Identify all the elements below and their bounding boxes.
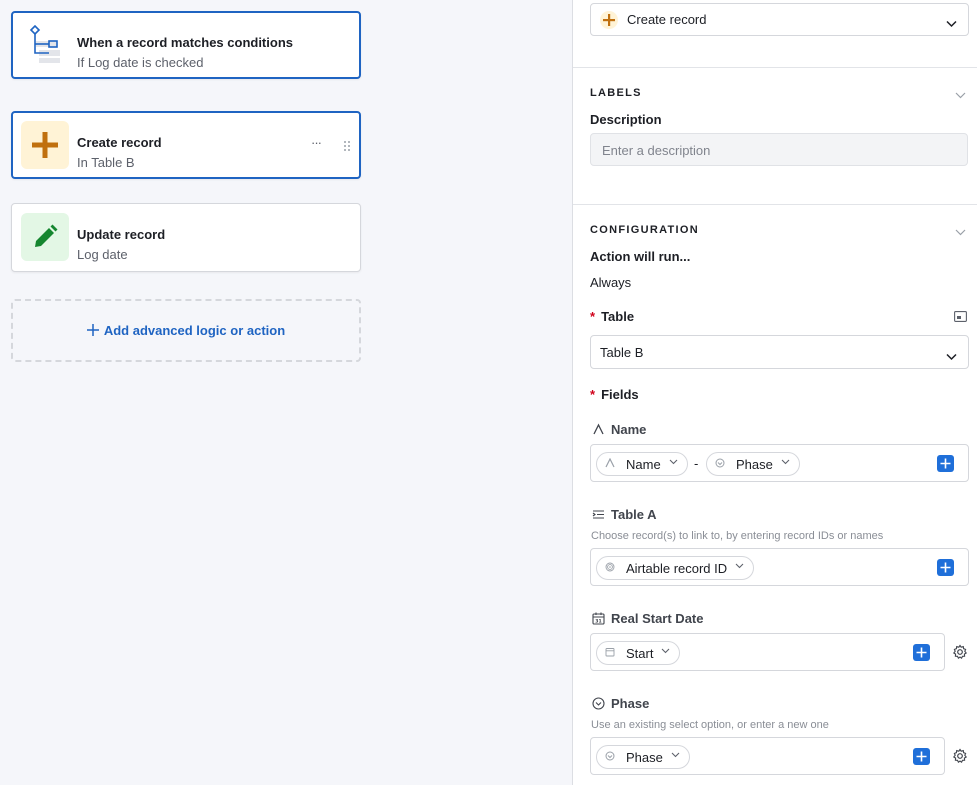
table-label: * Table: [590, 309, 634, 324]
config-panel: Create record LABELS Description Enter a…: [572, 0, 977, 785]
field-input-table-a[interactable]: Airtable record ID: [590, 548, 969, 586]
description-input[interactable]: Enter a description: [590, 133, 968, 166]
add-token-button[interactable]: [913, 644, 930, 661]
divider: [573, 67, 977, 68]
chevron-down-icon: [669, 459, 679, 469]
divider: [573, 204, 977, 205]
chevron-down-icon: [735, 563, 745, 573]
action-subtitle: In Table B: [77, 155, 135, 170]
token-label: Start: [626, 645, 654, 661]
text-field-icon: [592, 423, 605, 436]
action-title: Update record: [77, 227, 166, 242]
action-title: Create record: [77, 135, 162, 150]
plus-circle-icon: [600, 11, 618, 29]
add-logic-button[interactable]: Add advanced logic or action: [11, 299, 361, 362]
labels-section-title: LABELS: [590, 87, 642, 99]
token-pill[interactable]: Phase: [706, 452, 800, 476]
run-condition-label: Action will run...: [590, 249, 691, 264]
field-label-table-a: Table A: [592, 507, 657, 522]
token-separator: -: [694, 456, 699, 471]
field-label-phase: Phase: [592, 696, 649, 711]
table-label-text: Table: [601, 309, 635, 324]
collapse-configuration-icon[interactable]: [955, 223, 967, 236]
pencil-icon: [21, 213, 69, 261]
trigger-subtitle: If Log date is checked: [77, 55, 204, 70]
action-card-update-record[interactable]: Update record Log date: [11, 203, 361, 272]
add-token-button[interactable]: [913, 748, 930, 765]
token-pill[interactable]: Airtable record ID: [596, 556, 755, 580]
trigger-title: When a record matches conditions: [77, 35, 293, 50]
calendar-icon: [605, 647, 617, 659]
chevron-down-icon: [671, 752, 681, 762]
table-select[interactable]: Table B: [590, 335, 969, 369]
chevron-down-icon: [781, 459, 791, 469]
add-logic-label: Add advanced logic or action: [103, 323, 286, 338]
trigger-card[interactable]: When a record matches conditions If Log …: [11, 11, 361, 79]
action-type-value: Create record: [627, 12, 707, 27]
token-pill[interactable]: Name: [596, 452, 688, 476]
fingerprint-icon: [605, 562, 617, 574]
table-select-value: Table B: [600, 345, 644, 360]
field-label-text: Name: [611, 422, 647, 437]
field-label-text: Real Start Date: [611, 611, 704, 626]
field-label-real-start-date: 31 Real Start Date: [592, 611, 703, 626]
text-field-icon: [605, 458, 617, 470]
field-label-text: Phase: [611, 696, 650, 711]
required-marker: *: [590, 387, 596, 402]
gear-icon[interactable]: [952, 644, 968, 660]
token-label: Name: [626, 456, 661, 472]
plus-icon: [21, 121, 69, 169]
add-token-button[interactable]: [937, 559, 954, 576]
chevron-down-icon: [946, 15, 957, 33]
fields-label-text: Fields: [601, 387, 639, 402]
run-condition-value[interactable]: Always: [590, 275, 631, 290]
gear-icon[interactable]: [952, 748, 968, 764]
field-hint: Use an existing select option, or enter …: [591, 719, 829, 731]
action-subtitle: Log date: [77, 247, 128, 262]
token-pill[interactable]: Phase: [596, 745, 690, 769]
svg-text:31: 31: [595, 619, 601, 625]
chevron-down-icon: [946, 348, 957, 366]
calendar-icon: 31: [592, 612, 605, 625]
drag-handle-icon[interactable]: [343, 139, 351, 151]
select-field-icon: [592, 697, 605, 710]
plus-icon: [86, 324, 99, 337]
action-type-select[interactable]: Create record: [590, 3, 969, 36]
select-field-icon: [605, 751, 617, 763]
action-card-create-record[interactable]: Create record In Table B ···: [11, 111, 361, 179]
workflow-canvas: When a record matches conditions If Log …: [0, 0, 572, 785]
field-hint: Choose record(s) to link to, by entering…: [591, 530, 884, 542]
add-token-button[interactable]: [937, 455, 954, 472]
configuration-section-title: CONFIGURATION: [590, 224, 699, 236]
token-label: Phase: [626, 749, 663, 765]
token-label: Airtable record ID: [626, 560, 728, 576]
more-options-button[interactable]: ···: [311, 135, 322, 150]
field-input-real-start-date[interactable]: Start: [590, 633, 945, 671]
fields-label: * Fields: [590, 387, 639, 402]
token-label: Phase: [736, 456, 773, 472]
token-pill[interactable]: Start: [596, 641, 681, 665]
chevron-down-icon: [661, 648, 671, 658]
link-field-icon: [592, 508, 605, 521]
field-label-name: Name: [592, 422, 646, 437]
collapse-labels-icon[interactable]: [955, 86, 967, 99]
description-label: Description: [590, 112, 662, 127]
field-input-phase[interactable]: Phase: [590, 737, 945, 775]
conditions-icon: [21, 21, 69, 69]
required-marker: *: [590, 309, 596, 324]
expand-icon[interactable]: [954, 309, 967, 327]
field-input-name[interactable]: Name - Phase: [590, 444, 969, 482]
field-label-text: Table A: [611, 507, 657, 522]
select-field-icon: [715, 458, 727, 470]
